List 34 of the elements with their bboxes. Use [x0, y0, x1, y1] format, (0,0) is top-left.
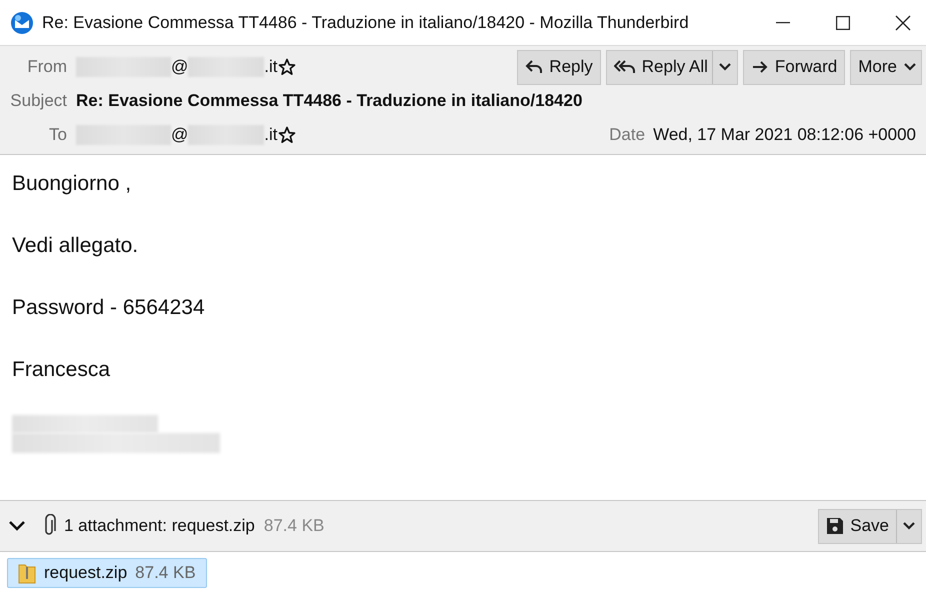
file-size: 87.4 KB [135, 563, 196, 583]
field-label: Subject [9, 91, 67, 111]
body-text: Password - 6564234 [12, 295, 206, 320]
caret-icon [903, 62, 917, 72]
star-icon[interactable] [278, 58, 296, 76]
attachment-item[interactable]: request.zip 87.4 KB [7, 558, 207, 588]
address-text: @ [171, 125, 188, 145]
chevron-down-icon[interactable] [8, 520, 26, 532]
address-text: .it [264, 125, 278, 145]
attachment-summary: 1 attachment: request.zip [64, 516, 255, 536]
subject-text: Re: Evasione Commessa TT4486 - Traduzione in italiano/18420 [76, 91, 582, 111]
reply-all-icon [614, 59, 636, 75]
reply-icon [525, 59, 544, 75]
arrow-right-icon [750, 60, 769, 74]
body-text: Buongiorno , [12, 171, 132, 196]
star-icon[interactable] [278, 126, 296, 144]
body-text: Vedi allegato. [12, 233, 140, 258]
field-label: Date [609, 125, 646, 145]
file-size: 87.4 KB [264, 516, 326, 536]
body-text: Francesca [12, 357, 112, 382]
field-label: To [48, 125, 67, 145]
zip-file-icon [18, 562, 36, 584]
minimize-icon [776, 22, 790, 24]
date-text: Wed, 17 Mar 2021 08:12:06 +0000 [653, 125, 916, 145]
close-icon [895, 14, 911, 30]
window-title: Re: Evasione Commessa TT4486 - Traduzione in italiano/18420 - Mozilla Thunderbird [42, 12, 690, 32]
caret-icon [902, 521, 916, 531]
maximize-icon [836, 16, 850, 30]
file-name: request.zip [44, 563, 128, 583]
address-text: .it [264, 57, 278, 77]
address-text: @ [171, 57, 188, 77]
app-logo-icon [10, 10, 34, 34]
field-label: From [26, 57, 67, 77]
caret-icon [718, 62, 732, 72]
